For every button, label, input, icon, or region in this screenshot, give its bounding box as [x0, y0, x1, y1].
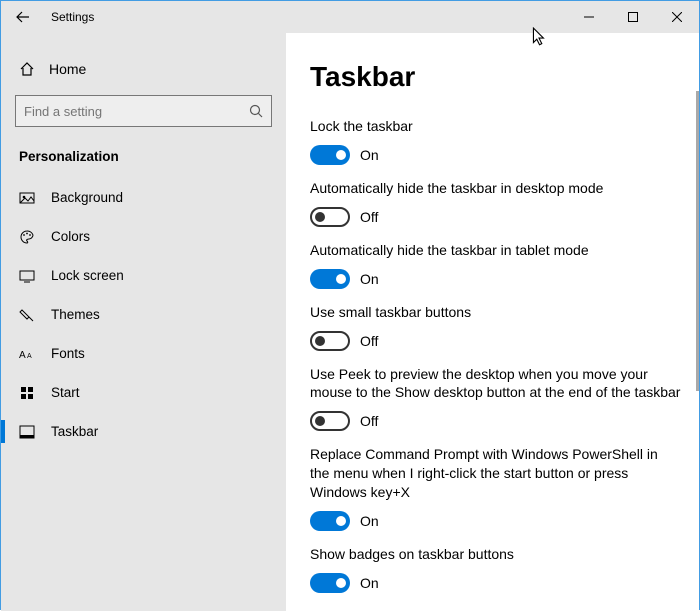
taskbar-icon [19, 424, 35, 440]
start-icon [19, 385, 35, 401]
home-nav[interactable]: Home [1, 49, 286, 89]
home-label: Home [49, 61, 86, 77]
setting-label: Use small taskbar buttons [310, 303, 681, 322]
themes-icon [19, 307, 35, 323]
sidebar-item-start[interactable]: Start [1, 373, 286, 412]
fonts-icon: AA [19, 346, 35, 362]
setting-label-location: Taskbar location on screen [310, 607, 681, 611]
sidebar-item-label: Fonts [51, 346, 85, 361]
sidebar-item-label: Themes [51, 307, 100, 322]
sidebar-item-background[interactable]: Background [1, 178, 286, 217]
toggle-state-text: On [360, 271, 379, 287]
toggle-state-text: On [360, 575, 379, 591]
back-arrow-icon [16, 10, 30, 24]
window-title: Settings [51, 10, 94, 24]
sidebar-item-lock-screen[interactable]: Lock screen [1, 256, 286, 295]
scrollbar-thumb[interactable] [696, 91, 699, 391]
category-title: Personalization [1, 137, 286, 178]
sidebar-item-themes[interactable]: Themes [1, 295, 286, 334]
toggle-switch[interactable] [310, 511, 350, 531]
picture-icon [19, 190, 35, 206]
sidebar-item-label: Background [51, 190, 123, 205]
svg-text:A: A [19, 350, 26, 361]
close-button[interactable] [655, 1, 699, 33]
content-panel: Taskbar Lock the taskbar On Automatically … [286, 33, 699, 611]
sidebar-item-label: Taskbar [51, 424, 98, 439]
search-input-container[interactable] [15, 95, 272, 127]
sidebar-item-label: Colors [51, 229, 90, 244]
toggle-switch[interactable] [310, 207, 350, 227]
title-bar: Settings [1, 1, 699, 33]
sidebar-item-taskbar[interactable]: Taskbar [1, 412, 286, 451]
toggle-switch[interactable] [310, 411, 350, 431]
toggle-switch[interactable] [310, 573, 350, 593]
toggle-state-text: On [360, 147, 379, 163]
setting-label: Show badges on taskbar buttons [310, 545, 681, 564]
toggle-state-text: On [360, 513, 379, 529]
palette-icon [19, 229, 35, 245]
minimize-button[interactable] [567, 1, 611, 33]
back-button[interactable] [1, 1, 45, 33]
sidebar-item-label: Lock screen [51, 268, 124, 283]
toggle-state-text: Off [360, 333, 378, 349]
home-icon [19, 61, 35, 77]
sidebar-item-label: Start [51, 385, 80, 400]
page-heading: Taskbar [310, 61, 681, 93]
maximize-button[interactable] [611, 1, 655, 33]
toggle-state-text: Off [360, 413, 378, 429]
lock-screen-icon [19, 268, 35, 284]
setting-label: Lock the taskbar [310, 117, 681, 136]
sidebar-item-fonts[interactable]: AA Fonts [1, 334, 286, 373]
setting-label: Use Peek to preview the desktop when you… [310, 365, 681, 403]
setting-label: Automatically hide the taskbar in deskto… [310, 179, 681, 198]
maximize-icon [628, 12, 638, 22]
setting-label: Replace Command Prompt with Windows Powe… [310, 445, 681, 502]
toggle-state-text: Off [360, 209, 378, 225]
close-icon [672, 12, 682, 22]
setting-label: Automatically hide the taskbar in tablet… [310, 241, 681, 260]
search-icon [249, 104, 263, 118]
sidebar: Home Personalization Background Colors L… [1, 33, 286, 611]
minimize-icon [584, 12, 594, 22]
sidebar-item-colors[interactable]: Colors [1, 217, 286, 256]
svg-text:A: A [27, 353, 32, 360]
window-controls [567, 1, 699, 33]
toggle-switch[interactable] [310, 145, 350, 165]
toggle-switch[interactable] [310, 331, 350, 351]
search-input[interactable] [24, 104, 249, 119]
toggle-switch[interactable] [310, 269, 350, 289]
